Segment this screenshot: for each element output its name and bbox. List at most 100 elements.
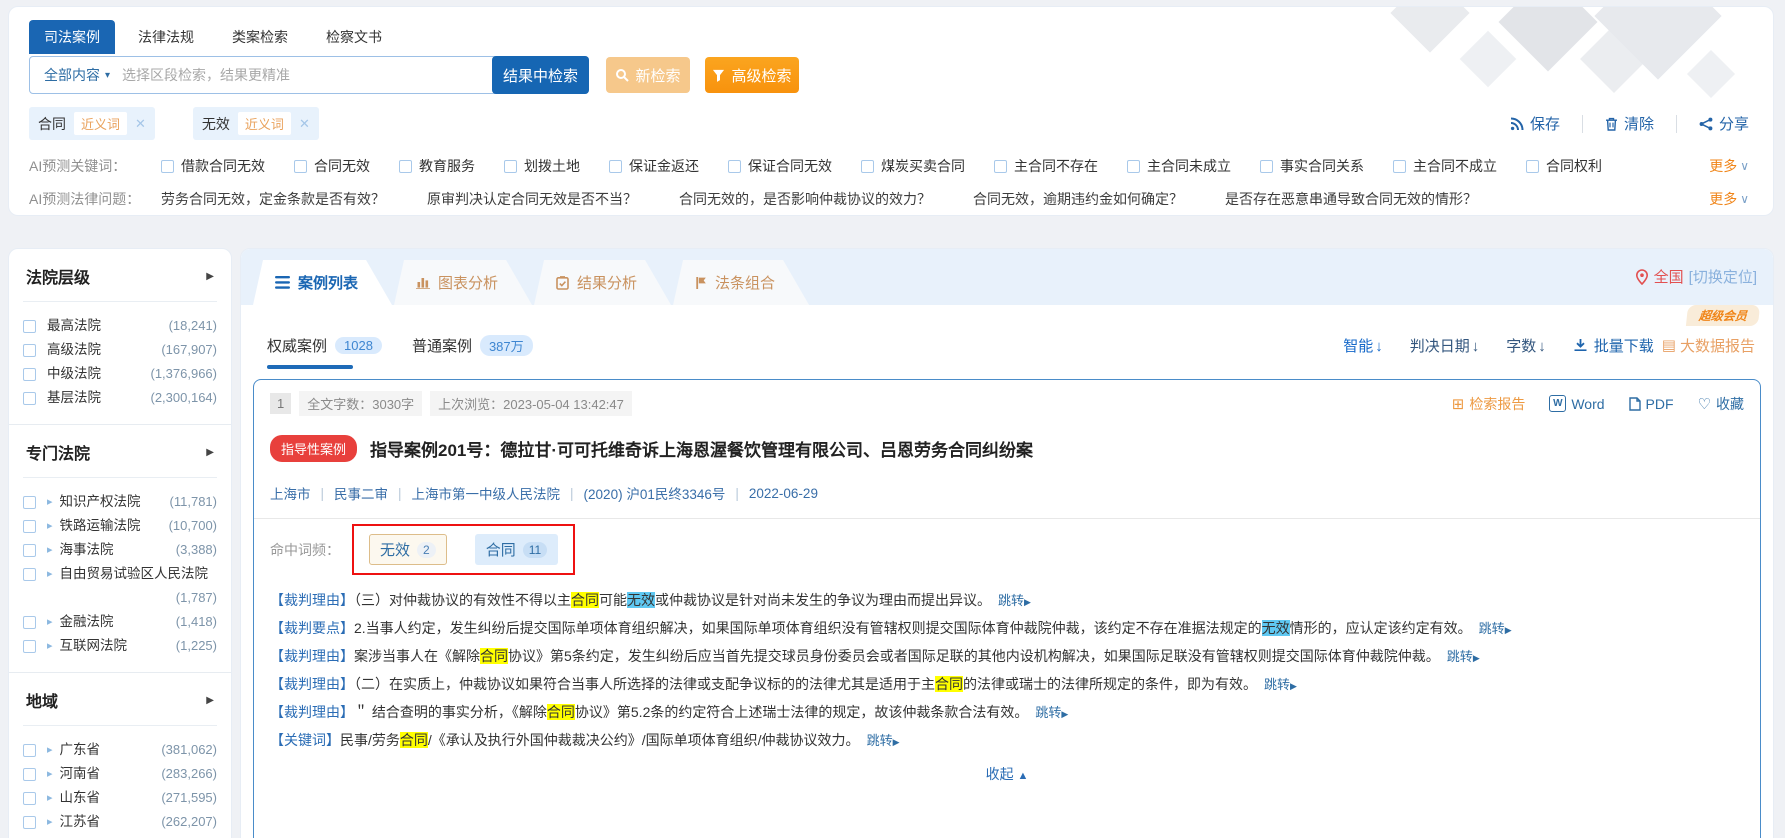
jump-link[interactable]: 跳转▶ <box>1264 677 1297 692</box>
location-region[interactable]: 全国 <box>1654 266 1684 287</box>
sort-option[interactable]: 智能↓ <box>1343 335 1383 356</box>
expand-triangle-icon[interactable]: ▸ <box>47 610 53 634</box>
checkbox-icon[interactable] <box>609 160 622 173</box>
checkbox-icon[interactable] <box>23 744 36 757</box>
checkbox-icon[interactable] <box>23 392 36 405</box>
more-questions-link[interactable]: 更多 ∨ <box>1709 189 1749 209</box>
clear-button[interactable]: 清除 <box>1583 113 1676 134</box>
result-tab[interactable]: 案例列表 <box>253 260 392 305</box>
hit-term-chip[interactable]: 合同11 <box>475 534 558 565</box>
synonym-toggle[interactable]: 近义词 <box>238 112 291 135</box>
predicted-question-link[interactable]: 合同无效，逾期违约金如何确定？ <box>973 189 1183 209</box>
predicted-question-link[interactable]: 是否存在恶意串通导致合同无效的情形？ <box>1225 189 1477 209</box>
checkbox-icon[interactable] <box>23 520 36 533</box>
checkbox-icon[interactable] <box>23 792 36 805</box>
checkbox-icon[interactable] <box>861 160 874 173</box>
filter-item[interactable]: ▸江苏省(262,207) <box>23 810 217 834</box>
filter-item[interactable]: ▸自由贸易试验区人民法院(1,787) <box>23 562 217 610</box>
remove-tag-icon[interactable]: ✕ <box>299 116 310 132</box>
batch-download-button[interactable]: 批量下载 <box>1573 335 1654 356</box>
expand-triangle-icon[interactable]: ▸ <box>47 562 53 586</box>
hit-term-chip[interactable]: 无效2 <box>369 534 447 565</box>
keyword-checkbox-item[interactable]: 主合同未成立 <box>1127 156 1231 176</box>
new-search-button[interactable]: 新检索 <box>606 57 690 93</box>
checkbox-icon[interactable] <box>23 640 36 653</box>
search-input[interactable] <box>120 66 492 84</box>
more-keywords-link[interactable]: 更多 ∨ <box>1709 156 1749 176</box>
top-nav-tab[interactable]: 司法案例 <box>29 20 115 54</box>
jump-link[interactable]: 跳转▶ <box>1035 705 1068 720</box>
checkbox-icon[interactable] <box>1260 160 1273 173</box>
checkbox-icon[interactable] <box>23 768 36 781</box>
keyword-checkbox-item[interactable]: 煤炭买卖合同 <box>861 156 965 176</box>
advanced-search-button[interactable]: 高级检索 <box>705 57 799 93</box>
checkbox-icon[interactable] <box>1526 160 1539 173</box>
filter-item[interactable]: 最高法院(18,241) <box>23 314 217 338</box>
sort-option[interactable]: 字数↓ <box>1506 335 1546 356</box>
jump-link[interactable]: 跳转▶ <box>1447 649 1480 664</box>
checkbox-icon[interactable] <box>161 160 174 173</box>
case-title-link[interactable]: 指导案例201号：德拉甘·可可托维奇诉上海恩渥餐饮管理有限公司、吕恩劳务合同纠纷… <box>370 436 1033 461</box>
keyword-checkbox-item[interactable]: 合同权利 <box>1526 156 1602 176</box>
result-tab[interactable]: 图表分析 <box>394 260 532 305</box>
filter-item[interactable]: ▸铁路运输法院(10,700) <box>23 514 217 538</box>
sort-option[interactable]: 判决日期↓ <box>1410 335 1480 356</box>
search-report-button[interactable]: ⊞ 检索报告 <box>1452 394 1526 414</box>
share-button[interactable]: 分享 <box>1677 113 1749 134</box>
predicted-question-link[interactable]: 劳务合同无效，定金条款是否有效？ <box>161 189 385 209</box>
keyword-checkbox-item[interactable]: 主合同不成立 <box>1393 156 1497 176</box>
top-nav-tab[interactable]: 法律法规 <box>123 20 209 54</box>
search-scope-dropdown[interactable]: 全部内容 ▾ <box>30 65 120 85</box>
predicted-question-link[interactable]: 合同无效的，是否影响仲裁协议的效力？ <box>679 189 931 209</box>
expand-triangle-icon[interactable]: ▸ <box>47 786 53 810</box>
filter-section-header[interactable]: 法院层级▶ <box>23 249 217 301</box>
export-pdf-button[interactable]: PDF <box>1629 396 1674 412</box>
checkbox-icon[interactable] <box>23 496 36 509</box>
jump-link[interactable]: 跳转▶ <box>867 733 900 748</box>
switch-location-link[interactable]: [切换定位] <box>1689 266 1757 287</box>
checkbox-icon[interactable] <box>994 160 1007 173</box>
expand-triangle-icon[interactable]: ▸ <box>47 490 53 514</box>
keyword-checkbox-item[interactable]: 保证合同无效 <box>728 156 832 176</box>
filter-item[interactable]: 高级法院(167,907) <box>23 338 217 362</box>
filter-item[interactable]: ▸山东省(271,595) <box>23 786 217 810</box>
expand-triangle-icon[interactable]: ▸ <box>47 634 53 658</box>
checkbox-icon[interactable] <box>728 160 741 173</box>
expand-triangle-icon[interactable]: ▸ <box>47 738 53 762</box>
synonym-toggle[interactable]: 近义词 <box>74 112 127 135</box>
save-search-button[interactable]: 保存 <box>1488 113 1582 134</box>
search-in-results-button[interactable]: 结果中检索 <box>492 56 589 94</box>
predicted-question-link[interactable]: 原审判决认定合同无效是否不当？ <box>427 189 637 209</box>
big-data-report-button[interactable]: ▤ 大数据报告 <box>1662 335 1755 356</box>
filter-section-header[interactable]: 专门法院▶ <box>23 425 217 477</box>
expand-triangle-icon[interactable]: ▸ <box>47 538 53 562</box>
expand-triangle-icon[interactable]: ▸ <box>47 514 53 538</box>
checkbox-icon[interactable] <box>23 368 36 381</box>
checkbox-icon[interactable] <box>294 160 307 173</box>
keyword-checkbox-item[interactable]: 主合同不存在 <box>994 156 1098 176</box>
favorite-button[interactable]: ♡ 收藏 <box>1698 394 1744 414</box>
checkbox-icon[interactable] <box>1393 160 1406 173</box>
checkbox-icon[interactable] <box>23 320 36 333</box>
keyword-checkbox-item[interactable]: 事实合同关系 <box>1260 156 1364 176</box>
filter-item[interactable]: ▸知识产权法院(11,781) <box>23 490 217 514</box>
keyword-checkbox-item[interactable]: 借款合同无效 <box>161 156 265 176</box>
expand-triangle-icon[interactable]: ▸ <box>47 810 53 834</box>
filter-item[interactable]: ▸河南省(283,266) <box>23 762 217 786</box>
checkbox-icon[interactable] <box>23 344 36 357</box>
checkbox-icon[interactable] <box>23 568 36 581</box>
filter-item[interactable]: ▸海事法院(3,388) <box>23 538 217 562</box>
remove-tag-icon[interactable]: ✕ <box>135 116 146 132</box>
collapse-link[interactable]: 收起 ▲ <box>270 764 1744 784</box>
jump-link[interactable]: 跳转▶ <box>1479 621 1512 636</box>
filter-item[interactable]: 中级法院(1,376,966) <box>23 362 217 386</box>
result-tab[interactable]: 结果分析 <box>534 260 671 305</box>
checkbox-icon[interactable] <box>23 816 36 829</box>
filter-item[interactable]: 基层法院(2,300,164) <box>23 386 217 410</box>
export-word-button[interactable]: W Word <box>1549 395 1604 412</box>
keyword-checkbox-item[interactable]: 合同无效 <box>294 156 370 176</box>
keyword-checkbox-item[interactable]: 划拨土地 <box>504 156 580 176</box>
filter-item[interactable]: ▸金融法院(1,418) <box>23 610 217 634</box>
checkbox-icon[interactable] <box>23 544 36 557</box>
result-subtab[interactable]: 权威案例1028 <box>267 335 382 356</box>
